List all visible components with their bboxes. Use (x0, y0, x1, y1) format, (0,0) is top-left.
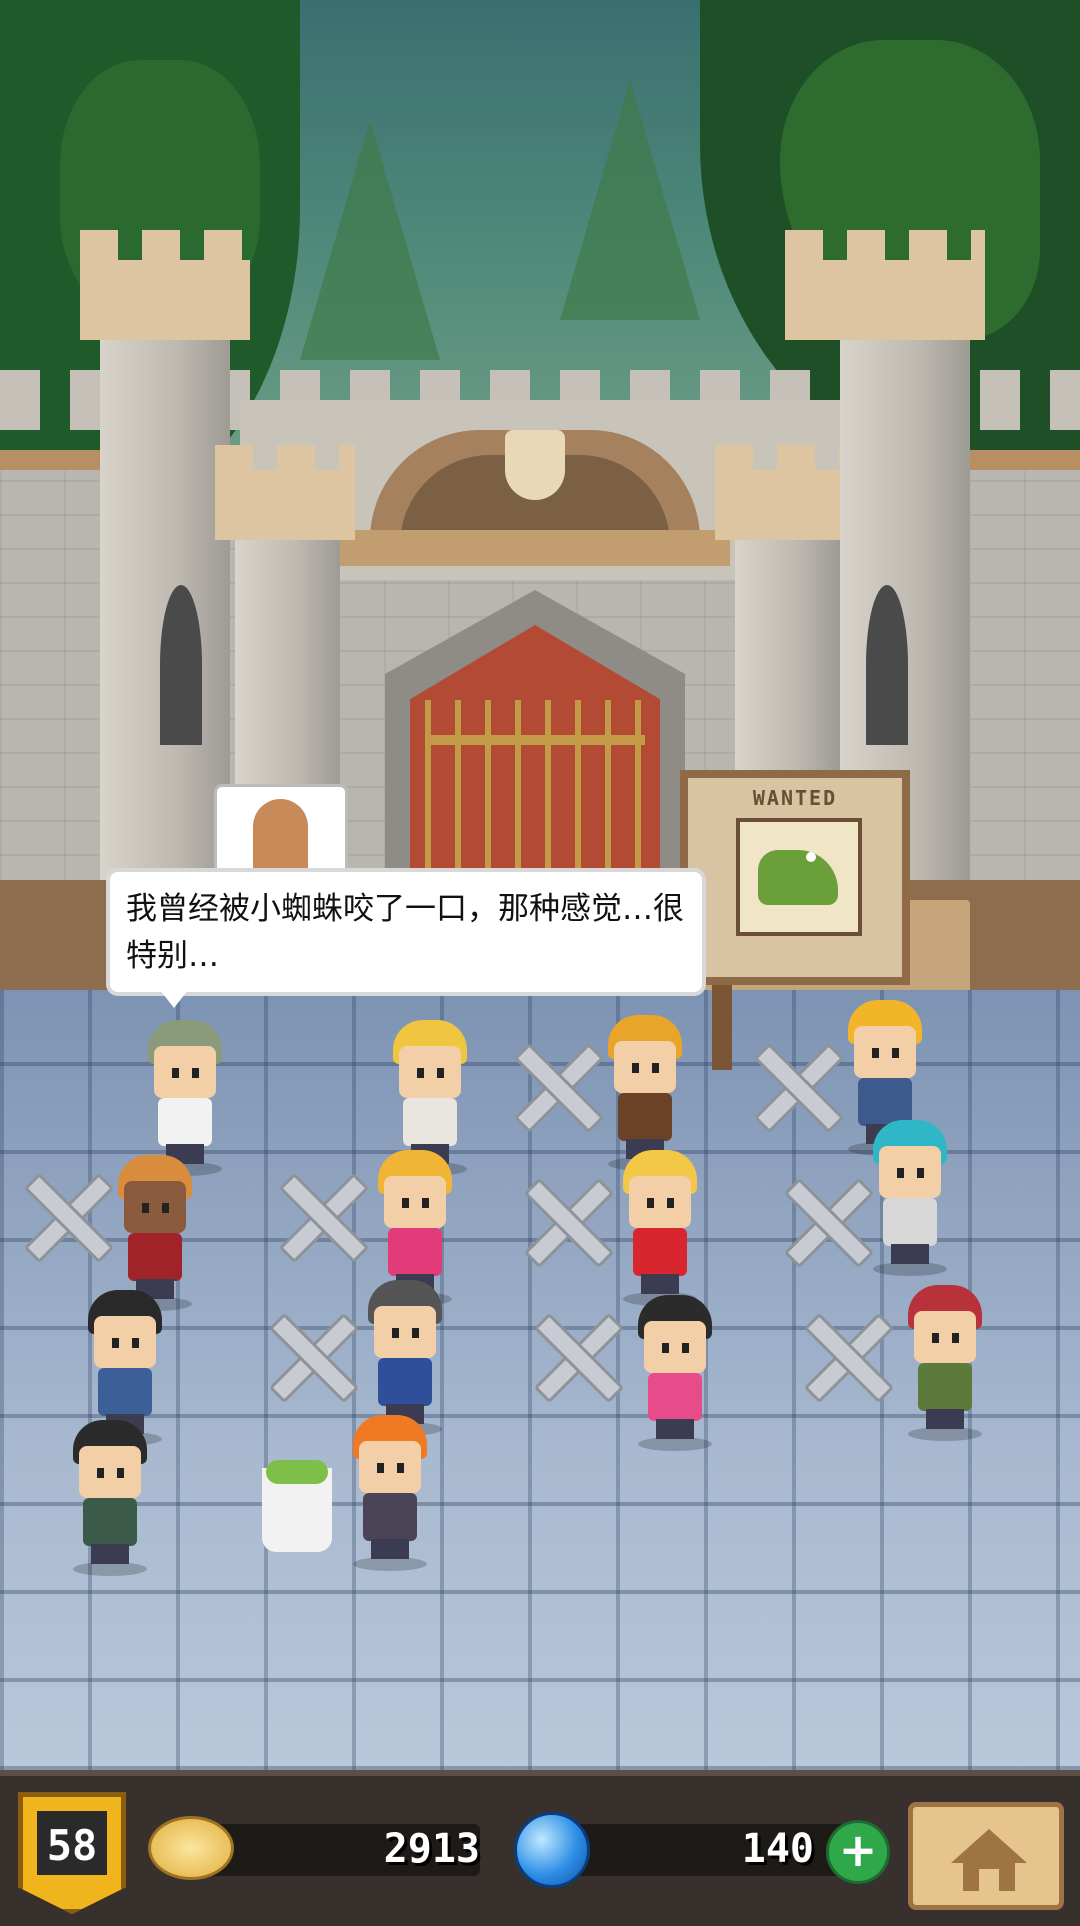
crossed-swords-icon (520, 1175, 610, 1265)
level-badge-inner: 58 (37, 1811, 107, 1875)
home-icon-door (979, 1869, 999, 1891)
pine-tree (560, 80, 700, 320)
character-hero[interactable] (615, 1150, 705, 1306)
castle-beam (330, 530, 730, 566)
wanted-poster[interactable]: WANTED (680, 770, 910, 985)
home-icon (951, 1829, 1027, 1863)
character-hero[interactable] (360, 1280, 450, 1436)
coin-icon (148, 1816, 234, 1880)
level-badge[interactable]: 58 (18, 1792, 126, 1914)
character-hero[interactable] (65, 1420, 155, 1576)
character-hero[interactable] (370, 1150, 460, 1306)
tower-crenels (215, 445, 355, 475)
tower-window (866, 585, 908, 745)
bottom-hud: 58 2913 140 + (0, 1770, 1080, 1926)
character-hero[interactable] (900, 1285, 990, 1441)
crossed-swords-icon (510, 1040, 600, 1130)
dialog-door-icon (214, 784, 348, 880)
crossed-swords-icon (530, 1310, 620, 1400)
character-hero[interactable] (80, 1290, 170, 1446)
crossed-swords-icon (20, 1170, 110, 1260)
door-icon (253, 799, 308, 869)
character-hero[interactable] (140, 1020, 230, 1176)
crossed-swords-icon (265, 1310, 355, 1400)
gem-icon (514, 1812, 590, 1888)
home-button[interactable] (908, 1802, 1064, 1910)
tower-cap (80, 260, 250, 340)
tower-crenels (785, 230, 985, 264)
portcullis-rail (425, 735, 645, 745)
tower-cap (715, 470, 855, 540)
coin-count: 2913 (383, 1826, 480, 1872)
level-value: 58 (46, 1821, 98, 1870)
add-gems-button[interactable]: + (826, 1820, 890, 1884)
crossed-swords-icon (780, 1175, 870, 1265)
poster-title: WANTED (752, 786, 838, 810)
character-hero[interactable] (630, 1295, 720, 1451)
crocodile-eye (806, 852, 816, 862)
plant-icon (266, 1460, 328, 1484)
game-scene: WANTED 我曾经被小蜘蛛咬了一口，那种感觉…很特别… (0, 0, 1080, 1770)
crocodile-icon (736, 818, 862, 936)
tower-window (160, 585, 202, 745)
tower-crenels (715, 445, 855, 475)
portcullis (425, 700, 645, 890)
tower-cap (785, 260, 985, 340)
pine-tree (300, 120, 440, 360)
crossed-swords-icon (800, 1310, 890, 1400)
tower-cap (215, 470, 355, 540)
shield-crest (505, 430, 565, 500)
crossed-swords-icon (750, 1040, 840, 1130)
tower-left-outer (100, 300, 230, 890)
speech-bubble[interactable]: 我曾经被小蜘蛛咬了一口，那种感觉…很特别… (106, 868, 706, 996)
tower-crenels (80, 230, 250, 264)
dialog-text: 我曾经被小蜘蛛咬了一口，那种感觉…很特别… (126, 891, 684, 974)
character-hero[interactable] (865, 1120, 955, 1276)
speech-bubble-tail (160, 990, 188, 1008)
crossed-swords-icon (275, 1170, 365, 1260)
character-hero[interactable] (600, 1015, 690, 1171)
character-hero[interactable] (345, 1415, 435, 1571)
character-hero[interactable] (385, 1020, 475, 1176)
character-hero[interactable] (110, 1155, 200, 1311)
crocodile-body (758, 850, 838, 905)
gem-count: 140 (741, 1826, 814, 1872)
